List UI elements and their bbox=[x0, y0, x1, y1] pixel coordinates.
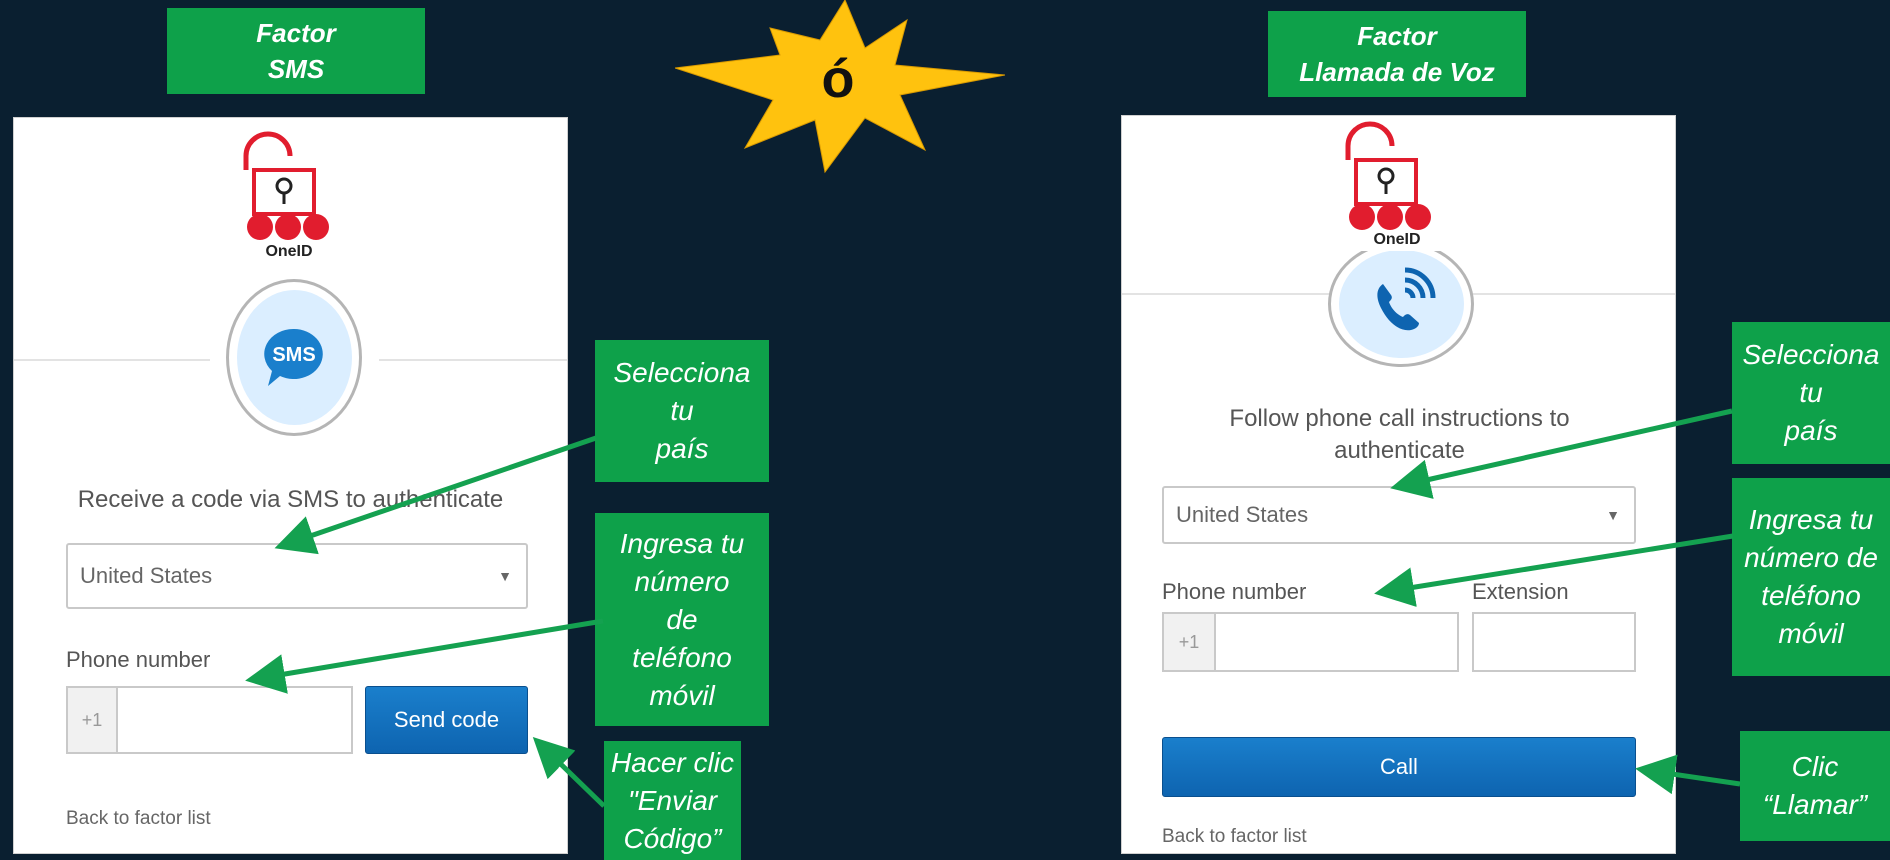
arrow-sms-country bbox=[274, 435, 597, 555]
arrow-sms-click bbox=[532, 737, 606, 808]
arrow-voice-country bbox=[1390, 408, 1733, 499]
callout-arrows bbox=[245, 408, 1741, 808]
arrow-voice-phone bbox=[1374, 533, 1734, 607]
arrow-voice-click bbox=[1635, 754, 1741, 795]
arrow-sms-phone bbox=[245, 618, 604, 694]
